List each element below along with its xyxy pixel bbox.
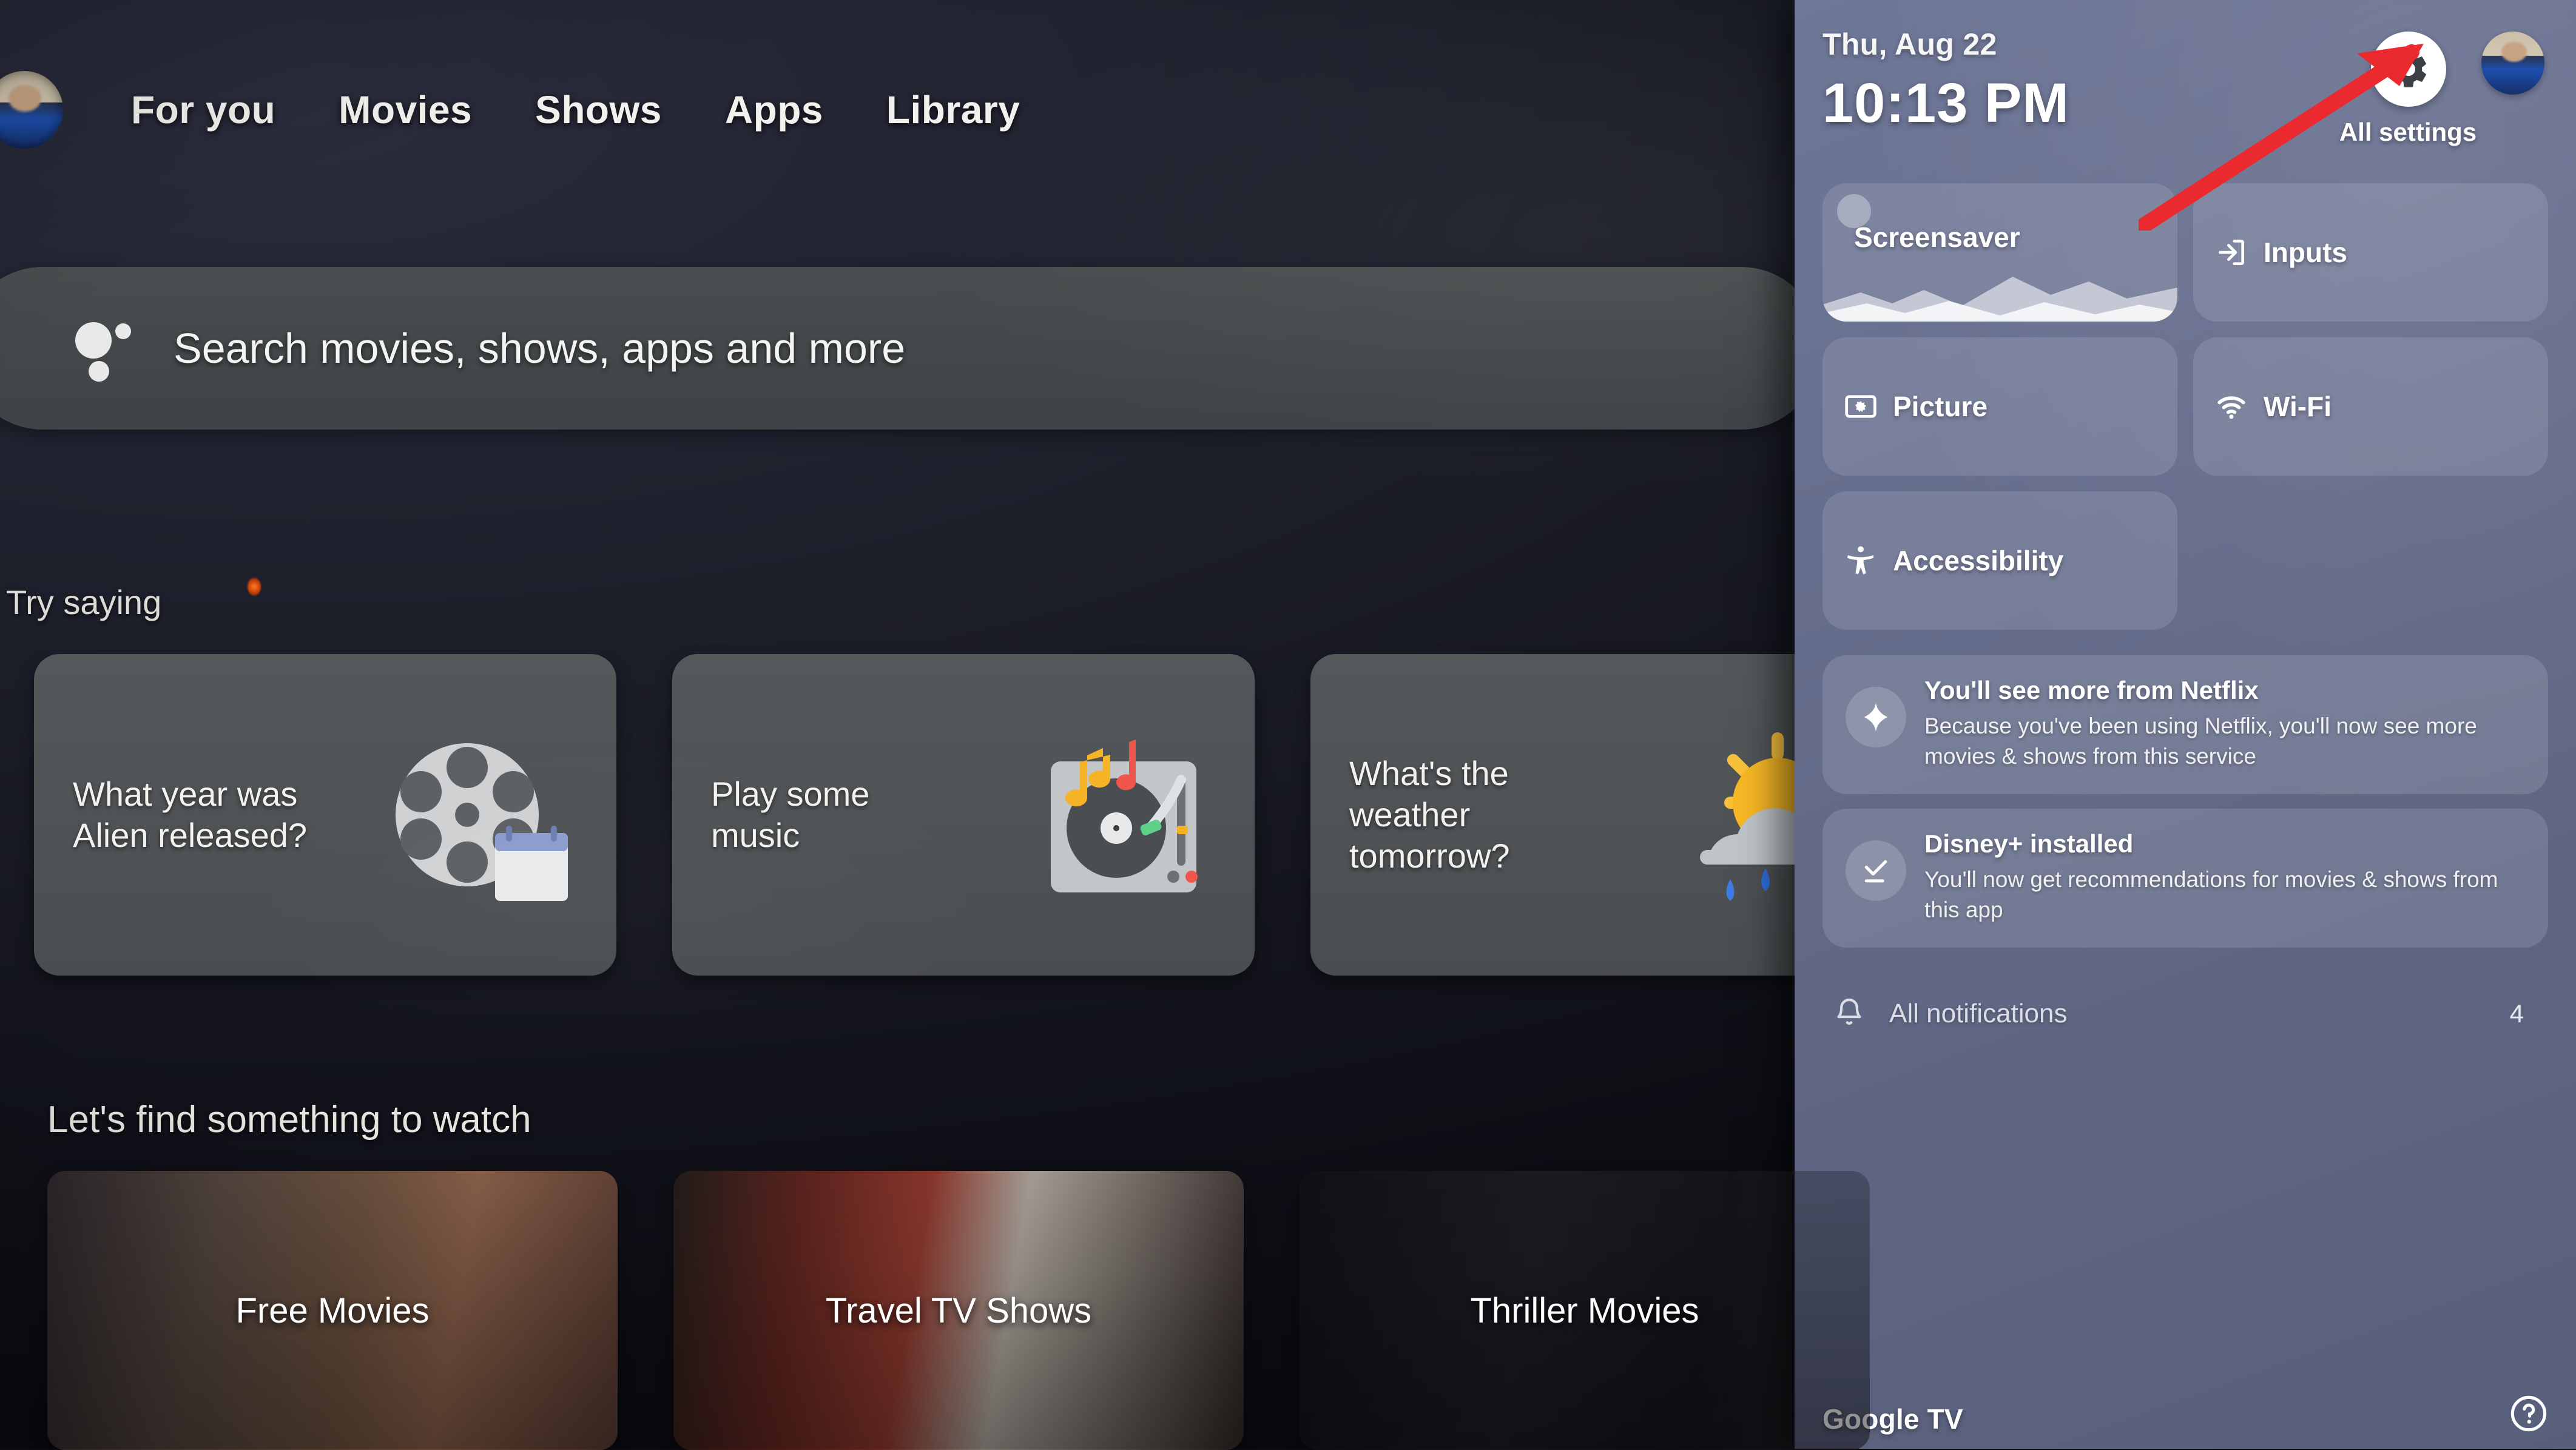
tile-accessibility[interactable]: Accessibility — [1822, 491, 2177, 630]
nav-item-apps[interactable]: Apps — [693, 87, 855, 132]
suggestion-card-text: Play some music — [711, 774, 870, 854]
watch-tile-travel-tv-shows[interactable]: Travel TV Shows — [673, 1171, 1244, 1450]
tile-label: Wi-Fi — [2264, 391, 2332, 422]
suggestion-card-music[interactable]: Play some music — [672, 654, 1255, 976]
tile-label: Inputs — [2264, 237, 2347, 268]
search-input-placeholder[interactable]: Search movies, shows, apps and more — [174, 324, 905, 373]
check-download-icon — [1846, 840, 1906, 902]
tile-label: Picture — [1893, 391, 1988, 422]
notification-body: Because you've been using Netflix, you'l… — [1924, 713, 2477, 769]
tile-label: Accessibility — [1893, 545, 2064, 576]
screensaver-moon-icon — [1837, 194, 1871, 228]
notification-card-disney[interactable]: Disney+ installed You'll now get recomme… — [1822, 809, 2548, 948]
input-arrow-icon — [2214, 235, 2249, 270]
notification-text-block: You'll see more from Netflix Because you… — [1924, 676, 2525, 771]
tile-picture[interactable]: Picture — [1822, 337, 2177, 476]
notification-body: You'll now get recommendations for movie… — [1924, 867, 2498, 922]
tile-wifi[interactable]: Wi-Fi — [2193, 337, 2548, 476]
search-bar[interactable]: Search movies, shows, apps and more — [0, 267, 1820, 430]
watch-tile-free-movies[interactable]: Free Movies — [47, 1171, 618, 1450]
panel-header: Thu, Aug 22 10:13 PM All settings — [1822, 27, 2548, 178]
try-saying-card-row: What year was Alien released? Play some … — [34, 654, 1893, 976]
turntable-music-notes-icon — [1051, 740, 1198, 892]
wifi-icon — [2214, 389, 2249, 424]
tile-inputs[interactable]: Inputs — [2193, 183, 2548, 322]
tv-top-navigation: For you Movies Shows Apps Library — [0, 58, 1796, 161]
all-notifications-label: All notifications — [1889, 999, 2068, 1029]
tile-label: Screensaver — [1854, 221, 2020, 253]
help-circle-icon[interactable] — [2509, 1394, 2548, 1433]
ir-reflection-dot — [248, 578, 261, 596]
nav-item-movies[interactable]: Movies — [307, 87, 504, 132]
accessibility-person-icon — [1843, 543, 1878, 578]
quick-settings-panel: Thu, Aug 22 10:13 PM All settings Screen… — [1795, 0, 2576, 1449]
suggestion-card-alien[interactable]: What year was Alien released? — [34, 654, 616, 976]
notification-title: You'll see more from Netflix — [1924, 676, 2259, 704]
watch-tile-label: Thriller Movies — [1470, 1290, 1699, 1330]
suggestion-card-text: What year was Alien released? — [73, 774, 308, 854]
try-saying-heading: Try saying — [6, 583, 162, 621]
watch-tile-label: Travel TV Shows — [825, 1290, 1092, 1330]
nav-item-shows[interactable]: Shows — [504, 87, 693, 132]
tile-screensaver[interactable]: Screensaver — [1822, 183, 2177, 322]
all-notifications-row[interactable]: All notifications 4 — [1822, 968, 2548, 1059]
all-settings-label: All settings — [2339, 118, 2477, 146]
notification-title: Disney+ installed — [1924, 829, 2134, 858]
gear-icon — [2391, 51, 2426, 87]
sparkle-icon — [1846, 687, 1906, 747]
screensaver-landscape-icon — [1822, 277, 2177, 322]
notification-list: You'll see more from Netflix Because you… — [1822, 655, 2548, 948]
suggestion-card-text: What's the weather tomorrow? — [1349, 754, 1510, 875]
nav-item-library[interactable]: Library — [855, 87, 1051, 132]
quick-settings-tiles: Screensaver Inputs Picture Wi-Fi Accessi… — [1822, 183, 2548, 630]
watch-row-heading: Let's find something to watch — [47, 1099, 531, 1141]
watch-tile-row: Free Movies Travel TV Shows Thriller Mov… — [47, 1171, 1870, 1450]
film-reel-calendar-icon — [396, 743, 568, 901]
all-notifications-count: 4 — [2509, 999, 2524, 1028]
picture-brightness-icon — [1843, 389, 1878, 424]
notification-card-netflix[interactable]: You'll see more from Netflix Because you… — [1822, 655, 2548, 795]
profile-avatar[interactable] — [0, 71, 63, 149]
bell-icon — [1832, 996, 1866, 1033]
panel-profile-avatar[interactable] — [2481, 32, 2544, 95]
google-assistant-icon — [73, 315, 140, 382]
nav-item-for-you[interactable]: For you — [99, 87, 307, 132]
all-settings-button[interactable] — [2371, 32, 2446, 107]
notification-text-block: Disney+ installed You'll now get recomme… — [1924, 829, 2525, 925]
watch-tile-thriller-movies[interactable]: Thriller Movies — [1300, 1171, 1870, 1450]
watch-tile-label: Free Movies — [235, 1290, 430, 1330]
panel-footer: Google TV — [1822, 1394, 2548, 1435]
nav-items: For you Movies Shows Apps Library — [99, 87, 1051, 132]
